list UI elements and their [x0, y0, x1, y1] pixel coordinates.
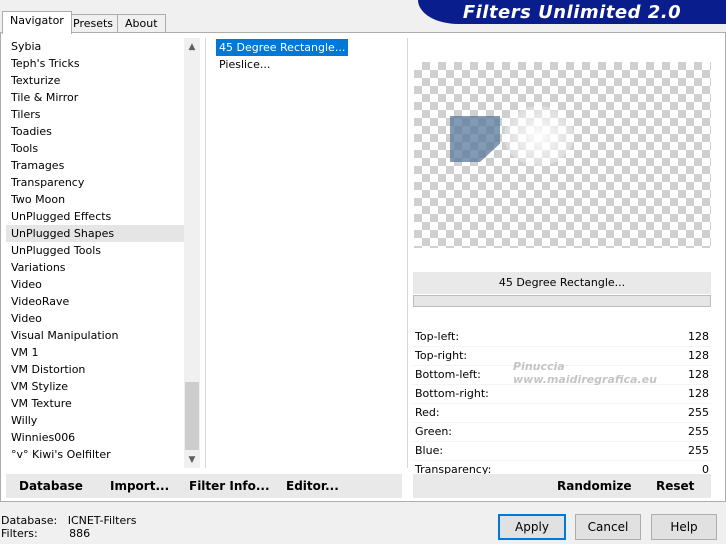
parameter-value[interactable]: 255 [688, 442, 709, 460]
selected-filter-name: 45 Degree Rectangle... [413, 272, 711, 294]
category-item[interactable]: VM Distortion [6, 361, 184, 378]
parameter-value[interactable]: 255 [688, 404, 709, 422]
category-scrollbar[interactable]: ▲ ▼ [184, 38, 200, 468]
category-item[interactable]: Visual Manipulation [6, 327, 184, 344]
parameter-value[interactable]: 128 [688, 328, 709, 346]
category-item[interactable]: Two Moon [6, 191, 184, 208]
parameter-label: Bottom-left: [415, 368, 481, 381]
parameter-label: Bottom-right: [415, 387, 489, 400]
category-item[interactable]: VM 1 [6, 344, 184, 361]
tab-presets[interactable]: Presets [65, 14, 122, 33]
filter-item[interactable]: Pieslice... [216, 56, 406, 73]
parameter-label: Green: [415, 425, 453, 438]
category-item[interactable]: Tilers [6, 106, 184, 123]
status-filters: Filters: 886 [1, 527, 91, 540]
parameter-row[interactable]: Green: 255 [413, 423, 711, 442]
list-divider [407, 38, 408, 468]
help-button[interactable]: Help [651, 514, 717, 540]
database-name: ICNET-Filters [67, 514, 137, 527]
editor-button[interactable]: Editor... [286, 474, 339, 498]
right-button-bar: Randomize Reset [413, 474, 711, 498]
filter-info-button[interactable]: Filter Info... [189, 474, 270, 498]
category-item[interactable]: Winnies006 [6, 429, 184, 446]
parameter-list[interactable]: Top-left: 128 Top-right: 128 Bottom-left: 128… [413, 328, 711, 480]
randomize-button[interactable]: Randomize [557, 474, 631, 498]
left-button-bar: Database Import... Filter Info... Editor… [6, 474, 402, 498]
preview-shape [450, 116, 500, 162]
watermark: Pinuccia www.maidiregrafica.eu [513, 360, 657, 386]
category-item[interactable]: VM Stylize [6, 378, 184, 395]
scroll-down-icon[interactable]: ▼ [184, 452, 200, 468]
category-item[interactable]: Variations [6, 259, 184, 276]
status-database: Database: ICNET-Filters [1, 514, 137, 527]
category-item[interactable]: UnPlugged Effects [6, 208, 184, 225]
category-item[interactable]: UnPlugged Shapes [6, 225, 184, 242]
category-item[interactable]: Sybia [6, 38, 184, 55]
scroll-up-icon[interactable]: ▲ [184, 39, 200, 55]
database-button[interactable]: Database [19, 474, 83, 498]
window-title: Filters Unlimited 2.0 [418, 0, 726, 24]
tab-about[interactable]: About [117, 14, 166, 33]
filter-list[interactable]: 45 Degree Rectangle... Pieslice... [216, 39, 406, 73]
parameter-label: Red: [415, 406, 440, 419]
parameter-row[interactable]: Blue: 255 [413, 442, 711, 461]
category-item[interactable]: Willy [6, 412, 184, 429]
parameter-row[interactable]: Bottom-right: 128 [413, 385, 711, 404]
parameter-value[interactable]: 255 [688, 423, 709, 441]
preview-image [414, 62, 711, 248]
category-item[interactable]: Tramages [6, 157, 184, 174]
scroll-thumb[interactable] [185, 382, 199, 450]
apply-button[interactable]: Apply [498, 514, 566, 540]
parameter-value[interactable]: 128 [688, 385, 709, 403]
parameter-label: Top-right: [415, 349, 468, 362]
parameter-row[interactable]: Top-left: 128 [413, 328, 711, 347]
category-item[interactable]: UnPlugged Tools [6, 242, 184, 259]
cancel-button[interactable]: Cancel [575, 514, 641, 540]
progress-bar [413, 295, 711, 307]
parameter-value[interactable]: 128 [688, 366, 709, 384]
tab-navigator[interactable]: Navigator [2, 11, 72, 34]
parameter-value[interactable]: 128 [688, 347, 709, 365]
category-item[interactable]: VM Texture [6, 395, 184, 412]
category-item[interactable]: °v° Kiwi's Oelfilter [6, 446, 184, 463]
preview-glow [504, 106, 574, 166]
category-item[interactable]: Video [6, 276, 184, 293]
category-item[interactable]: Toadies [6, 123, 184, 140]
parameter-label: Blue: [415, 444, 444, 457]
list-divider [205, 38, 206, 468]
category-item[interactable]: Transparency [6, 174, 184, 191]
reset-button[interactable]: Reset [656, 474, 694, 498]
category-item[interactable]: Video [6, 310, 184, 327]
filter-item[interactable]: 45 Degree Rectangle... [216, 39, 349, 56]
category-item[interactable]: VideoRave [6, 293, 184, 310]
parameter-label: Top-left: [415, 330, 460, 343]
import-button[interactable]: Import... [110, 474, 169, 498]
category-item[interactable]: Tile & Mirror [6, 89, 184, 106]
category-item[interactable]: Teph's Tricks [6, 55, 184, 72]
parameter-row[interactable]: Red: 255 [413, 404, 711, 423]
category-item[interactable]: Texturize [6, 72, 184, 89]
category-list[interactable]: Sybia Teph's Tricks Texturize Tile & Mirror… [6, 38, 184, 468]
category-item[interactable]: Tools [6, 140, 184, 157]
filter-count: 886 [69, 527, 91, 540]
